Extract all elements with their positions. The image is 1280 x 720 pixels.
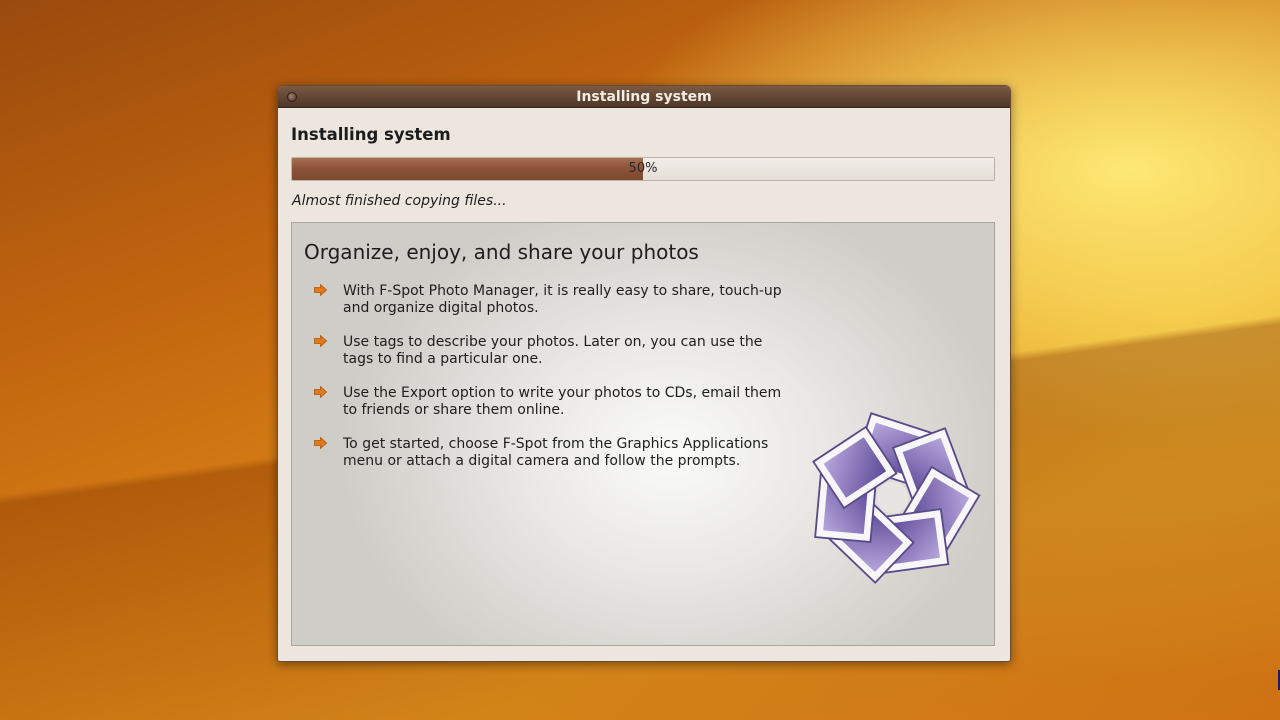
slide-bullet-line: Use the Export option to write your phot… xyxy=(343,385,782,401)
slide-bullet-list: With F-Spot Photo Manager, it is really … xyxy=(314,283,784,487)
progress-percent-label: 50% xyxy=(628,161,658,176)
slide-bullet-line: To get started, choose F-Spot from the G… xyxy=(343,436,769,452)
slide-bullet: Use the Export option to write your phot… xyxy=(314,385,784,419)
window-menu-button[interactable] xyxy=(287,92,297,102)
slide-bullet-line: menu or attach a digital camera and foll… xyxy=(343,453,741,469)
installer-window: Installing system Installing system 50% … xyxy=(277,85,1011,662)
slide-bullet-line: Use tags to describe your photos. Later … xyxy=(343,334,763,350)
page-title: Installing system xyxy=(291,125,451,144)
slide-bullet: Use tags to describe your photos. Later … xyxy=(314,334,784,368)
orange-arrow-icon xyxy=(314,386,327,398)
slideshow-panel: Organize, enjoy, and share your photos W… xyxy=(291,222,995,646)
orange-arrow-icon xyxy=(314,437,327,449)
f-spot-logo-icon xyxy=(812,412,981,584)
slide-bullet-line: tags to find a particular one. xyxy=(343,351,543,367)
slide-bullet-line: and organize digital photos. xyxy=(343,300,539,316)
window-titlebar[interactable]: Installing system xyxy=(278,86,1010,108)
slide-bullet: To get started, choose F-Spot from the G… xyxy=(314,436,784,470)
slide-bullet-line: to friends or share them online. xyxy=(343,402,565,418)
slide-title: Organize, enjoy, and share your photos xyxy=(304,240,699,264)
orange-arrow-icon xyxy=(314,284,327,296)
slide-bullet: With F-Spot Photo Manager, it is really … xyxy=(314,283,784,317)
slide-bullet-line: With F-Spot Photo Manager, it is really … xyxy=(343,283,782,299)
window-title: Installing system xyxy=(576,89,712,105)
install-progress-bar: 50% xyxy=(291,157,995,181)
status-text: Almost finished copying files... xyxy=(292,193,507,209)
orange-arrow-icon xyxy=(314,335,327,347)
